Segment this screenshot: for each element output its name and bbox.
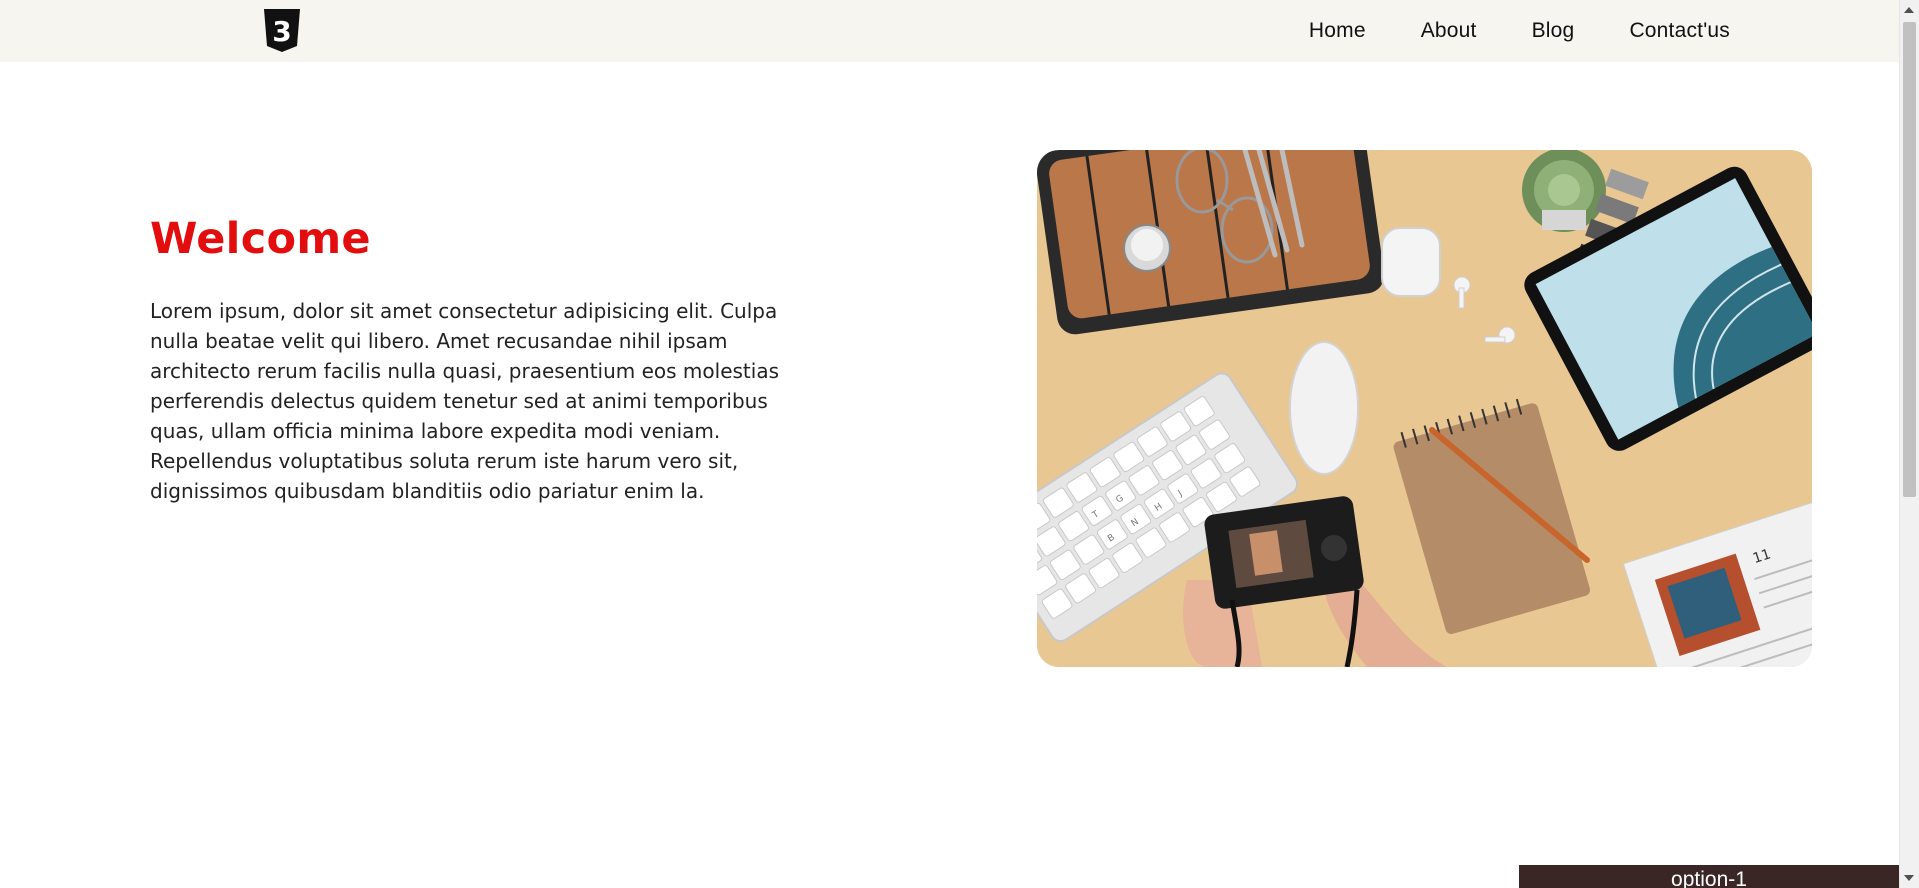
nav-about-link[interactable]: About [1421, 19, 1477, 43]
hero-title: Welcome [150, 214, 371, 264]
logo-text: 3 [272, 15, 291, 48]
desk-flatlay-photo-icon: T G B N H J 11 [1037, 150, 1812, 667]
nav-blog-link[interactable]: Blog [1532, 19, 1575, 43]
scroll-down-arrow-icon[interactable] [1904, 875, 1914, 881]
vertical-scrollbar[interactable] [1899, 0, 1919, 888]
mouse-icon [1289, 341, 1359, 475]
main-nav: Home About Blog Contact'us [1309, 0, 1730, 62]
nav-home-link[interactable]: Home [1309, 19, 1366, 43]
css3-logo-icon[interactable]: 3 [262, 9, 302, 53]
scroll-thumb[interactable] [1903, 22, 1916, 497]
option-select[interactable]: option-1 [1519, 865, 1899, 888]
navbar: 3 Home About Blog Contact'us [0, 0, 1900, 62]
page: 3 Home About Blog Contact'us Welcome Lor… [0, 0, 1919, 888]
scroll-up-arrow-icon[interactable] [1904, 7, 1914, 13]
hero-text: Lorem ipsum, dolor sit amet consectetur … [150, 299, 779, 503]
hero-image: T G B N H J 11 [1037, 150, 1812, 667]
nav-contact-link[interactable]: Contact'us [1629, 19, 1730, 43]
